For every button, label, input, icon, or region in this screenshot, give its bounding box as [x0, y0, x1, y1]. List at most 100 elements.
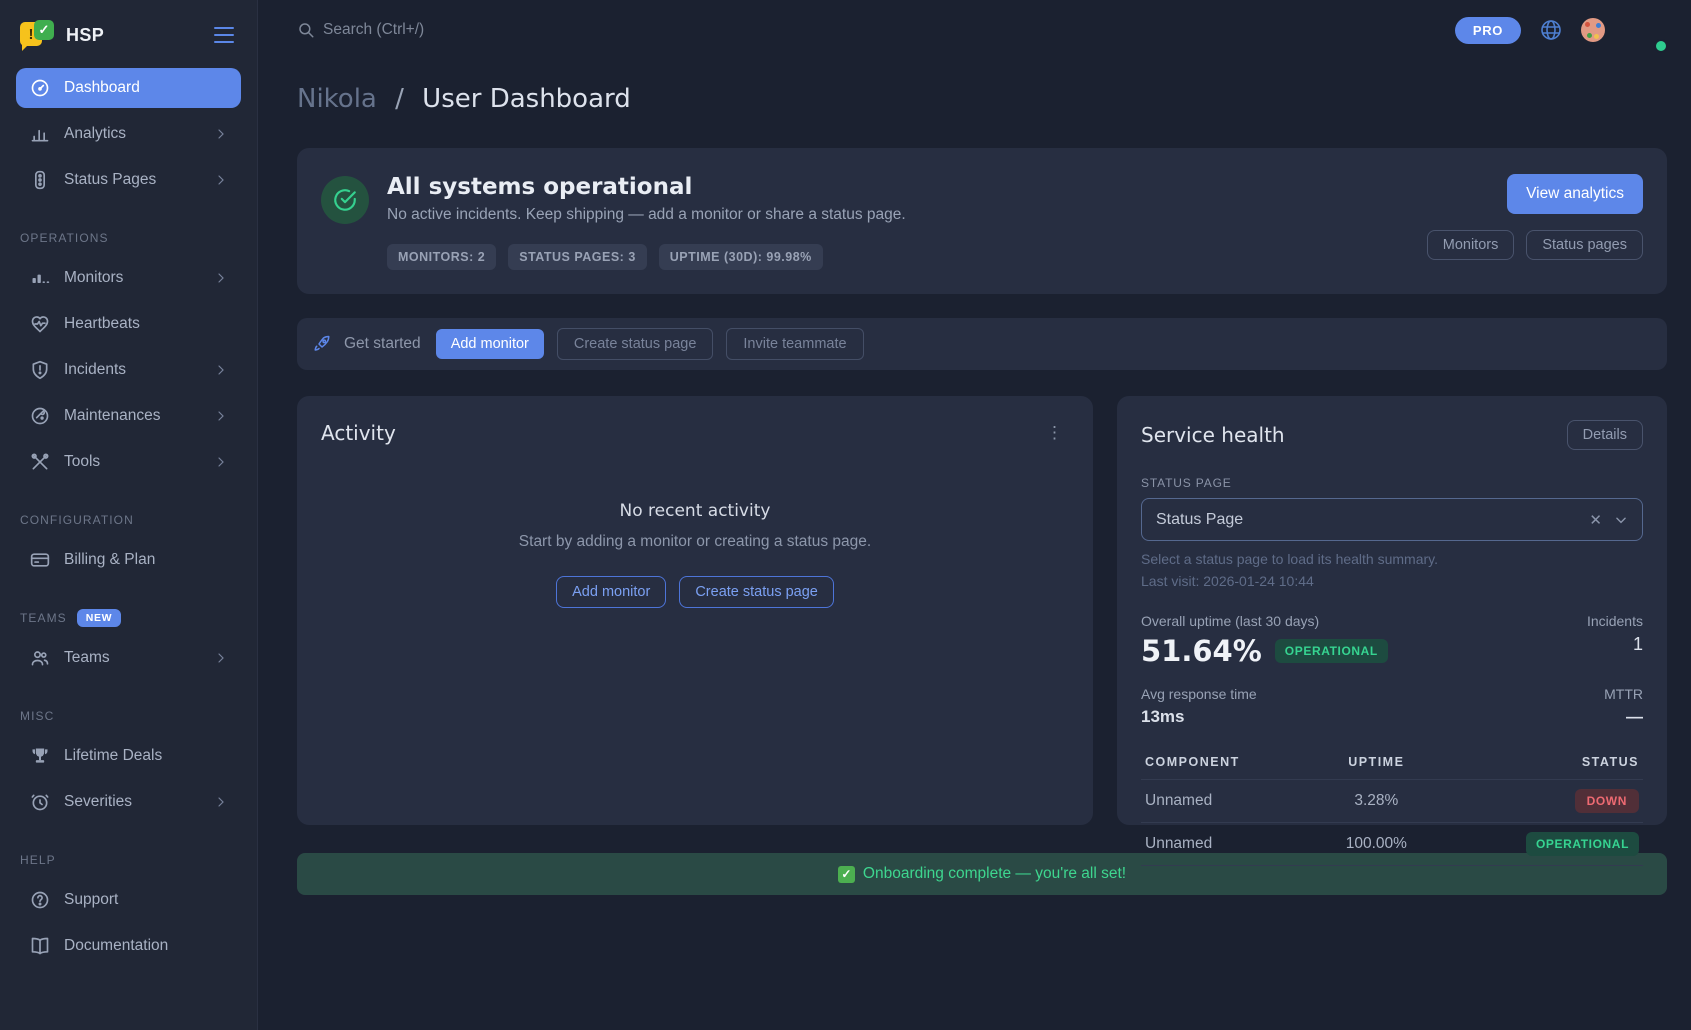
overall-uptime-value: 51.64% — [1141, 634, 1262, 668]
status-pages-button[interactable]: Status pages — [1526, 230, 1643, 260]
avg-response-value: 13ms — [1141, 707, 1257, 727]
uptime-30d-chip: UPTIME (30D): 99.98% — [659, 244, 823, 270]
sidebar-item-label: Dashboard — [64, 79, 227, 97]
sidebar-item-billing[interactable]: Billing & Plan — [16, 540, 241, 580]
component-name: Unnamed — [1141, 780, 1317, 823]
wrench-circle-icon — [30, 406, 50, 426]
breadcrumb-separator: / — [395, 84, 404, 114]
sidebar-item-analytics[interactable]: Analytics — [16, 114, 241, 154]
sidebar-item-label: Lifetime Deals — [64, 747, 227, 765]
main-area: Search (Ctrl+/) PRO Nikola / User Dashbo… — [258, 0, 1691, 1030]
column-header-uptime: UPTIME — [1317, 745, 1436, 780]
details-button[interactable]: Details — [1567, 420, 1643, 450]
sidebar-section-configuration: CONFIGURATION — [20, 512, 237, 528]
onboarding-message: Onboarding complete — you're all set! — [863, 865, 1126, 883]
search-placeholder: Search (Ctrl+/) — [323, 21, 424, 39]
status-page-select[interactable]: Status Page ✕ — [1141, 498, 1643, 541]
chevron-right-icon — [215, 272, 227, 284]
sidebar-item-label: Severities — [64, 793, 201, 811]
search-icon — [297, 21, 315, 39]
sidebar-item-severities[interactable]: Severities — [16, 782, 241, 822]
select-value: Status Page — [1156, 511, 1589, 529]
empty-create-status-page-button[interactable]: Create status page — [679, 576, 834, 608]
mttr-label: MTTR — [1604, 686, 1643, 702]
sidebar-item-label: Maintenances — [64, 407, 201, 425]
hamburger-menu-icon[interactable] — [211, 24, 237, 46]
kebab-menu-icon[interactable]: ⋮ — [1040, 420, 1069, 445]
question-badge-icon — [30, 890, 50, 910]
column-header-component: COMPONENT — [1141, 745, 1317, 780]
clear-icon[interactable]: ✕ — [1589, 511, 1602, 529]
chevron-right-icon — [215, 364, 227, 376]
sidebar-section-misc: MISC — [20, 708, 237, 724]
empty-state-subtitle: Start by adding a monitor or creating a … — [297, 533, 1093, 551]
brand-logo-icon: ! ✓ — [20, 20, 54, 50]
component-name: Unnamed — [1141, 823, 1317, 866]
sidebar-item-support[interactable]: Support — [16, 880, 241, 920]
theme-palette-icon[interactable] — [1581, 18, 1605, 42]
logo-row: ! ✓ HSP — [16, 14, 241, 68]
sidebar-item-label: Teams — [64, 649, 201, 667]
chevron-right-icon — [215, 128, 227, 140]
sidebar-item-dashboard[interactable]: Dashboard — [16, 68, 241, 108]
crossed-tools-icon — [30, 452, 50, 472]
sidebar-item-label: Tools — [64, 453, 201, 471]
pro-plan-badge[interactable]: PRO — [1455, 17, 1521, 44]
trophy-icon — [30, 746, 50, 766]
sidebar: ! ✓ HSP Dashboard Analytics Status Pages — [0, 0, 258, 1030]
sidebar-item-label: Documentation — [64, 937, 227, 955]
component-uptime: 100.00% — [1317, 823, 1436, 866]
incidents-value: 1 — [1587, 634, 1643, 655]
invite-teammate-button[interactable]: Invite teammate — [726, 328, 863, 360]
sidebar-item-status-pages[interactable]: Status Pages — [16, 160, 241, 200]
page-title: User Dashboard — [422, 84, 631, 114]
activity-title: Activity — [321, 421, 396, 445]
topbar: Search (Ctrl+/) PRO — [258, 0, 1691, 60]
topbar-actions: PRO — [1455, 8, 1667, 52]
sidebar-item-documentation[interactable]: Documentation — [16, 926, 241, 966]
user-avatar[interactable] — [1623, 8, 1667, 52]
service-health-card: Service health Details STATUS PAGE Statu… — [1117, 396, 1667, 825]
sidebar-item-teams[interactable]: Teams — [16, 638, 241, 678]
breadcrumb-parent[interactable]: Nikola — [297, 84, 377, 114]
create-status-page-button[interactable]: Create status page — [557, 328, 714, 360]
sidebar-item-label: Monitors — [64, 269, 201, 287]
sidebar-item-label: Incidents — [64, 361, 201, 379]
add-monitor-button[interactable]: Add monitor — [436, 329, 544, 359]
get-started-bar: Get started Add monitor Create status pa… — [297, 318, 1667, 370]
check-emoji-icon: ✓ — [838, 866, 855, 883]
sidebar-item-monitors[interactable]: Monitors — [16, 258, 241, 298]
sidebar-item-label: Status Pages — [64, 171, 201, 189]
sidebar-item-tools[interactable]: Tools — [16, 442, 241, 482]
view-analytics-button[interactable]: View analytics — [1507, 174, 1643, 214]
chevron-right-icon — [215, 410, 227, 422]
globe-icon[interactable] — [1539, 18, 1563, 42]
sidebar-section-operations: OPERATIONS — [20, 230, 237, 246]
chevron-right-icon — [215, 652, 227, 664]
credit-card-icon — [30, 550, 50, 570]
sidebar-item-heartbeats[interactable]: Heartbeats — [16, 304, 241, 344]
chevron-down-icon — [1614, 513, 1628, 527]
components-table: COMPONENT UPTIME STATUS Unnamed 3.28% DO… — [1141, 745, 1643, 866]
sidebar-item-label: Billing & Plan — [64, 551, 227, 569]
monitors-button[interactable]: Monitors — [1427, 230, 1515, 260]
chevron-right-icon — [215, 796, 227, 808]
monitor-bars-icon — [30, 268, 50, 288]
sidebar-section-help: HELP — [20, 852, 237, 868]
sidebar-item-maintenances[interactable]: Maintenances — [16, 396, 241, 436]
empty-add-monitor-button[interactable]: Add monitor — [556, 576, 666, 608]
traffic-light-icon — [30, 170, 50, 190]
shield-alert-icon — [30, 360, 50, 380]
online-status-dot — [1654, 39, 1668, 53]
new-badge: NEW — [77, 609, 121, 627]
table-row: Unnamed 3.28% DOWN — [1141, 780, 1643, 823]
sidebar-item-incidents[interactable]: Incidents — [16, 350, 241, 390]
incidents-label: Incidents — [1587, 613, 1643, 629]
column-header-status: STATUS — [1436, 745, 1643, 780]
sidebar-item-lifetime-deals[interactable]: Lifetime Deals — [16, 736, 241, 776]
sidebar-item-label: Analytics — [64, 125, 201, 143]
hero-banner: All systems operational No active incide… — [297, 148, 1667, 294]
hero-subtitle: No active incidents. Keep shipping — add… — [387, 206, 1427, 224]
mttr-value: — — [1604, 707, 1643, 727]
search-input[interactable]: Search (Ctrl+/) — [297, 21, 1455, 39]
